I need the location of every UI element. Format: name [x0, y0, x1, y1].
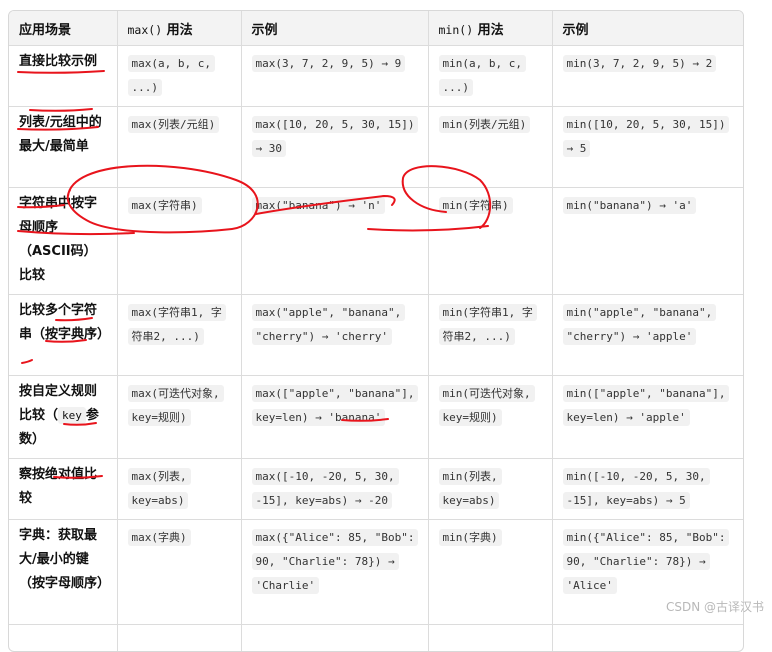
code-chip: max(字符串1, 字符串2, ...) — [128, 304, 226, 345]
min-usage-cell: min(可迭代对象, key=规则) — [428, 376, 552, 459]
code-chip: max(列表, key=abs) — [128, 468, 191, 509]
max-example-cell: max({"Alice": 85, "Bob": 90, "Charlie": … — [241, 520, 428, 625]
code-chip: max("apple", "banana", "cherry") → 'cher… — [252, 304, 406, 345]
code-chip: max(a, b, c, ...) — [128, 55, 215, 96]
code-chip: min("banana") → 'a' — [563, 197, 697, 214]
max-usage-cell: max(字典) — [117, 520, 241, 625]
table-row: 按自定义规则比较（key参数） max(可迭代对象, key=规则) max([… — [9, 376, 743, 459]
min-example-cell: min([-10, -20, 5, 30, -15], key=abs) → 5 — [552, 459, 743, 520]
min-example-cell: min("banana") → 'a' — [552, 188, 743, 295]
code-chip: min(字符串1, 字符串2, ...) — [439, 304, 537, 345]
code-chip: min(列表, key=abs) — [439, 468, 502, 509]
min-usage-cell: min(列表/元组) — [428, 107, 552, 188]
header-min-usage: min() 用法 — [428, 11, 552, 46]
min-usage-cell: min(字典) — [428, 520, 552, 625]
code-chip: min(字符串) — [439, 197, 513, 214]
table-row-partial — [9, 625, 743, 652]
max-example-cell: max([10, 20, 5, 30, 15]) → 30 — [241, 107, 428, 188]
scenario-cell: 列表/元组中的最大/最简单 — [9, 107, 117, 188]
code-chip: min("apple", "banana", "cherry") → 'appl… — [563, 304, 717, 345]
code-chip: min([10, 20, 5, 30, 15]) → 5 — [563, 116, 730, 157]
max-usage-cell: max(字符串1, 字符串2, ...) — [117, 295, 241, 376]
code-chip: min(字典) — [439, 529, 502, 546]
code-chip: min(["apple", "banana"], key=len) → 'app… — [563, 385, 730, 426]
code-chip: max(字典) — [128, 529, 191, 546]
min-usage-cell: min(列表, key=abs) — [428, 459, 552, 520]
code-chip: max(可迭代对象, key=规则) — [128, 385, 224, 426]
max-usage-cell: max(列表/元组) — [117, 107, 241, 188]
max-example-cell: max(3, 7, 2, 9, 5) → 9 — [241, 46, 428, 107]
scenario-cell: 按自定义规则比较（key参数） — [9, 376, 117, 459]
min-example-cell: min(3, 7, 2, 9, 5) → 2 — [552, 46, 743, 107]
table-row: 察按绝对值比较 max(列表, key=abs) max([-10, -20, … — [9, 459, 743, 520]
header-min-example: 示例 — [552, 11, 743, 46]
code-chip: min([-10, -20, 5, 30, -15], key=abs) → 5 — [563, 468, 710, 509]
table-row: 字典：获取最大/最小的键（按字母顺序） max(字典) max({"Alice"… — [9, 520, 743, 625]
max-example-cell: max("banana") → 'n' — [241, 188, 428, 295]
scenario-cell: 察按绝对值比较 — [9, 459, 117, 520]
table-row: 直接比较示例 max(a, b, c, ...) max(3, 7, 2, 9,… — [9, 46, 743, 107]
min-example-cell: min(["apple", "banana"], key=len) → 'app… — [552, 376, 743, 459]
code-chip: max(字符串) — [128, 197, 202, 214]
code-chip: max({"Alice": 85, "Bob": 90, "Charlie": … — [252, 529, 419, 594]
code-chip: max("banana") → 'n' — [252, 197, 386, 214]
max-example-cell: max([-10, -20, 5, 30, -15], key=abs) → -… — [241, 459, 428, 520]
code-chip: max(3, 7, 2, 9, 5) → 9 — [252, 55, 406, 72]
max-min-usage-table: 应用场景 max() 用法 示例 min() 用法 示例 直接比较示例 max(… — [9, 11, 743, 652]
min-example-cell: min([10, 20, 5, 30, 15]) → 5 — [552, 107, 743, 188]
min-example-cell — [552, 625, 743, 652]
csdn-watermark: CSDN @古译汉书 — [666, 598, 764, 615]
scenario-cell: 直接比较示例 — [9, 46, 117, 107]
table-row: 字符串中按字母顺序（ASCII码）比较 max(字符串) max("banana… — [9, 188, 743, 295]
scenario-cell — [9, 625, 117, 652]
code-chip: max([10, 20, 5, 30, 15]) → 30 — [252, 116, 419, 157]
header-min-text: 用法 — [473, 23, 504, 38]
code-chip: max([-10, -20, 5, 30, -15], key=abs) → -… — [252, 468, 399, 509]
code-chip: max(["apple", "banana"], key=len) → 'ban… — [252, 385, 419, 426]
max-example-cell: max("apple", "banana", "cherry") → 'cher… — [241, 295, 428, 376]
header-max-text: 用法 — [162, 23, 193, 38]
code-chip: min({"Alice": 85, "Bob": 90, "Charlie": … — [563, 529, 730, 594]
code-chip: min(a, b, c, ...) — [439, 55, 526, 96]
min-example-cell: min("apple", "banana", "cherry") → 'appl… — [552, 295, 743, 376]
scenario-cell: 字符串中按字母顺序（ASCII码）比较 — [9, 188, 117, 295]
table-row: 列表/元组中的最大/最简单 max(列表/元组) max([10, 20, 5,… — [9, 107, 743, 188]
table-row: 比较多个字符串（按字典序） max(字符串1, 字符串2, ...) max("… — [9, 295, 743, 376]
max-usage-cell: max(a, b, c, ...) — [117, 46, 241, 107]
header-scenario: 应用场景 — [9, 11, 117, 46]
header-max-example: 示例 — [241, 11, 428, 46]
code-chip: min(列表/元组) — [439, 116, 531, 133]
min-usage-cell: min(字符串) — [428, 188, 552, 295]
header-max-usage: max() 用法 — [117, 11, 241, 46]
max-usage-cell: max(字符串) — [117, 188, 241, 295]
table-header-row: 应用场景 max() 用法 示例 min() 用法 示例 — [9, 11, 743, 46]
max-example-cell: max(["apple", "banana"], key=len) → 'ban… — [241, 376, 428, 459]
max-usage-cell — [117, 625, 241, 652]
code-chip: min(3, 7, 2, 9, 5) → 2 — [563, 55, 717, 72]
max-example-cell — [241, 625, 428, 652]
scenario-cell: 比较多个字符串（按字典序） — [9, 295, 117, 376]
comparison-table-container: 应用场景 max() 用法 示例 min() 用法 示例 直接比较示例 max(… — [8, 10, 744, 652]
min-usage-cell — [428, 625, 552, 652]
max-usage-cell: max(列表, key=abs) — [117, 459, 241, 520]
max-usage-cell: max(可迭代对象, key=规则) — [117, 376, 241, 459]
min-usage-cell: min(字符串1, 字符串2, ...) — [428, 295, 552, 376]
header-min-code: min() — [439, 23, 474, 37]
code-chip: min(可迭代对象, key=规则) — [439, 385, 535, 426]
code-chip: max(列表/元组) — [128, 116, 220, 133]
header-max-code: max() — [128, 23, 163, 37]
key-code-chip: key — [58, 407, 86, 424]
min-usage-cell: min(a, b, c, ...) — [428, 46, 552, 107]
scenario-cell: 字典：获取最大/最小的键（按字母顺序） — [9, 520, 117, 625]
